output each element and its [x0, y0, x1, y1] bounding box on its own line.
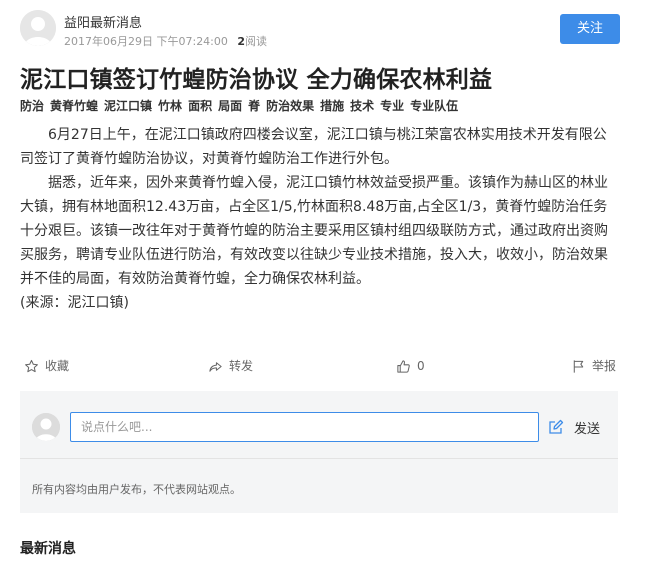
tag-item[interactable]: 竹林: [158, 99, 182, 113]
send-button[interactable]: 发送: [548, 414, 600, 440]
like-count: 0: [417, 359, 425, 373]
like-button[interactable]: 0: [396, 354, 425, 378]
report-label: 举报: [592, 359, 617, 373]
comment-disclaimer: 所有内容均由用户发布，不代表网站观点。: [32, 483, 241, 496]
tag-item[interactable]: 面积: [188, 99, 212, 113]
article-header: 益阳最新消息 2017年06月29日 下午07:24:00 2阅读 关注: [20, 10, 620, 50]
tag-item[interactable]: 局面: [218, 99, 242, 113]
article-source: (来源：泥江口镇): [20, 295, 129, 311]
author-avatar[interactable]: [20, 10, 56, 46]
collect-label: 收藏: [45, 359, 70, 373]
tag-item[interactable]: 技术: [350, 99, 374, 113]
read-count: 2: [237, 35, 246, 48]
tag-item[interactable]: 泥江口镇: [104, 99, 152, 113]
user-silhouette-icon: [20, 10, 56, 46]
article-title: 泥江口镇签订竹蝗防治协议 全力确保农林利益: [20, 67, 493, 93]
share-label: 转发: [229, 359, 254, 373]
article-paragraph: 6月27日上午，在泥江口镇政府四楼会议室，泥江口镇与桃江荣富农林实用技术开发有限…: [20, 127, 607, 167]
share-icon: [209, 361, 222, 372]
comment-section: 发送 所有内容均由用户发布，不代表网站观点。: [20, 391, 618, 513]
tag-item[interactable]: 防治: [20, 99, 44, 113]
publish-date: 2017年06月29日 下午07:24:00: [64, 35, 228, 48]
latest-news-heading: 最新消息: [20, 541, 76, 557]
thumbs-up-icon: [397, 359, 410, 373]
tag-item[interactable]: 专业: [380, 99, 404, 113]
tag-item[interactable]: 措施: [320, 99, 344, 113]
user-silhouette-icon: [32, 413, 60, 441]
action-bar: 收藏 转发 0 举报: [20, 354, 620, 378]
star-icon: [25, 359, 38, 372]
send-label: 发送: [574, 421, 601, 437]
share-button[interactable]: 转发: [208, 354, 253, 378]
tag-list: 防治 黄脊竹蝗 泥江口镇 竹林 面积 局面脊防治效果 措施 技术 专业 专业队伍: [20, 97, 630, 114]
report-button[interactable]: 举报: [571, 354, 616, 378]
tag-item[interactable]: 防治效果: [266, 99, 314, 113]
article-meta: 2017年06月29日 下午07:24:00 2阅读: [64, 33, 267, 49]
edit-icon: [549, 419, 564, 434]
tag-item[interactable]: 专业队伍: [410, 99, 458, 113]
commenter-avatar: [32, 413, 60, 441]
flag-icon: [573, 359, 584, 373]
read-label: 阅读: [245, 35, 268, 48]
follow-button[interactable]: 关注: [560, 14, 620, 44]
article-paragraph: 据悉，近年来，因外来黄脊竹蝗入侵，泥江口镇竹林效益受损严重。该镇作为赫山区的林业…: [20, 175, 608, 287]
tag-item[interactable]: 脊: [248, 99, 260, 113]
tag-item[interactable]: 黄脊竹蝗: [50, 99, 98, 113]
collect-button[interactable]: 收藏: [24, 354, 69, 378]
comment-divider: [20, 458, 618, 459]
article-body: 6月27日上午，在泥江口镇政府四楼会议室，泥江口镇与桃江荣富农林实用技术开发有限…: [20, 123, 620, 315]
author-name[interactable]: 益阳最新消息: [64, 12, 142, 31]
comment-input[interactable]: [70, 412, 539, 442]
